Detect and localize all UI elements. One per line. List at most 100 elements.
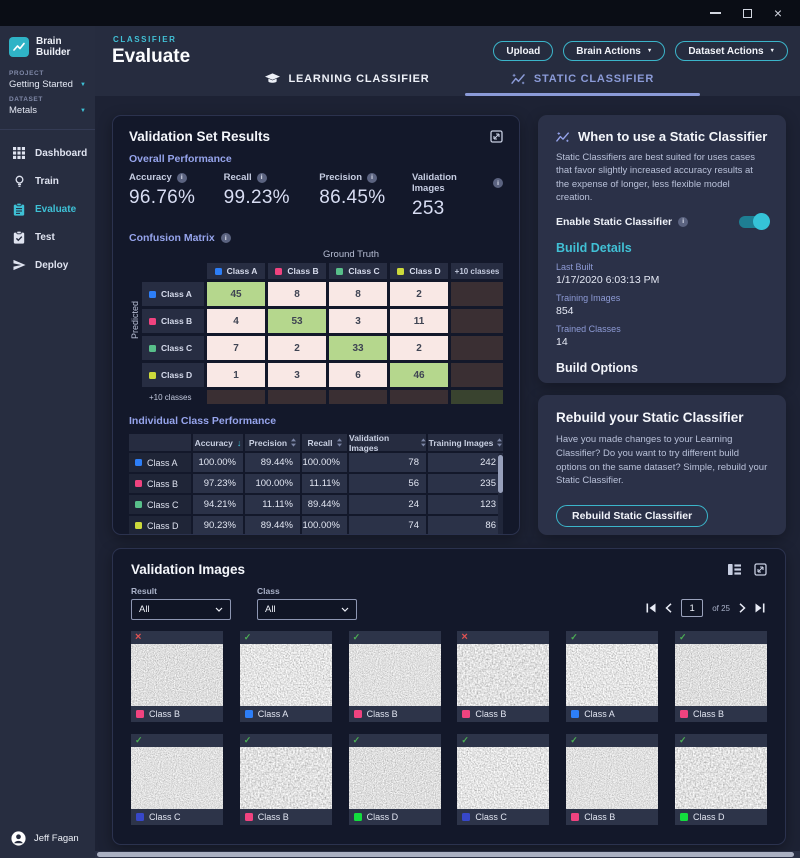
- validation-image-thumbnail: [566, 747, 658, 809]
- validation-image-thumbnail: [457, 644, 549, 706]
- validation-image-card[interactable]: ✓× Class D: [349, 734, 441, 825]
- dataset-label: DATASET: [9, 96, 86, 103]
- validation-image-card[interactable]: ✓× Class A: [566, 631, 658, 722]
- table-header-recall[interactable]: Recall: [302, 434, 347, 451]
- matrix-cell: 7: [207, 336, 265, 360]
- dataset-value: Metals: [9, 105, 37, 116]
- matrix-cell: 46: [390, 363, 448, 387]
- matrix-cell-hidden: [329, 390, 387, 404]
- info-icon[interactable]: i: [257, 173, 267, 183]
- confusion-matrix: Predicted Class A Class B Class C Class …: [129, 263, 503, 404]
- fail-x-icon: ×: [461, 632, 467, 643]
- expand-icon[interactable]: [490, 130, 503, 143]
- validation-image-card[interactable]: ✓× Class B: [131, 631, 223, 722]
- class-name: Class B: [693, 709, 724, 719]
- sidebar-item-test[interactable]: Test: [0, 223, 95, 251]
- validation-image-card[interactable]: ✓× Class C: [457, 734, 549, 825]
- expand-icon[interactable]: [754, 563, 767, 576]
- horizontal-scrollbar[interactable]: [95, 851, 800, 858]
- table-cell: 242: [428, 453, 503, 472]
- user-account[interactable]: Jeff Fagan: [11, 831, 79, 846]
- upload-button[interactable]: Upload: [493, 41, 553, 61]
- table-scrollbar[interactable]: [498, 453, 503, 535]
- scrollbar-thumb[interactable]: [498, 455, 503, 493]
- table-cell: 86: [428, 516, 503, 535]
- validation-image-card[interactable]: ✓× Class B: [349, 631, 441, 722]
- class-color-chip: [462, 813, 470, 821]
- validation-image-thumbnail: [131, 747, 223, 809]
- matrix-cell: 3: [268, 363, 326, 387]
- result-select[interactable]: All: [131, 599, 231, 620]
- rebuild-static-classifier-button[interactable]: Rebuild Static Classifier: [556, 505, 708, 527]
- result-status-bar: ✓×: [566, 734, 658, 747]
- info-icon[interactable]: i: [177, 173, 187, 183]
- page-number-input[interactable]: 1: [681, 599, 703, 617]
- predicted-label: Predicted: [130, 301, 140, 339]
- brain-actions-button[interactable]: Brain Actions▼: [563, 41, 665, 61]
- class-name: Class D: [693, 812, 725, 822]
- dataset-value-row[interactable]: Metals ▼: [9, 105, 86, 116]
- class-name: Class B: [258, 812, 289, 822]
- sidebar-item-label: Deploy: [35, 260, 68, 271]
- sidebar-item-train[interactable]: Train: [0, 167, 95, 195]
- project-value-row[interactable]: Getting Started ▼: [9, 79, 86, 90]
- next-page-icon[interactable]: [739, 603, 746, 613]
- close-icon[interactable]: ×: [774, 8, 782, 18]
- maximize-icon[interactable]: [743, 9, 752, 18]
- tab-static-classifier[interactable]: STATIC CLASSIFIER: [465, 73, 700, 96]
- scrollbar-thumb[interactable]: [97, 852, 794, 857]
- table-cell: 90.23%: [193, 516, 243, 535]
- matrix-cell: 45: [207, 282, 265, 306]
- table-header-precision[interactable]: Precision: [245, 434, 300, 451]
- metric-accuracy: Accuracyi 96.76%: [129, 172, 224, 220]
- matrix-row-header: Class B: [142, 309, 204, 333]
- validation-image-grid: ✓× Class B ✓× Class A ✓× Class B ✓× Clas…: [131, 631, 767, 825]
- sidebar-item-label: Test: [35, 232, 55, 243]
- dataset-selector: DATASET Metals ▼: [0, 90, 95, 116]
- metric-validation-images: Validation Imagesi 253: [412, 172, 503, 220]
- sidebar-item-dashboard[interactable]: Dashboard: [0, 139, 95, 167]
- pagination: 1 of 25: [646, 599, 765, 617]
- prev-page-icon[interactable]: [665, 603, 672, 613]
- last-page-icon[interactable]: [755, 603, 765, 613]
- validation-image-card[interactable]: ✓× Class B: [675, 631, 767, 722]
- table-row-label: Class B: [129, 474, 191, 493]
- info-icon[interactable]: i: [493, 178, 503, 188]
- sidebar-item-evaluate[interactable]: Evaluate: [0, 195, 95, 223]
- table-header-accuracy[interactable]: Accuracy↓: [193, 434, 243, 451]
- validation-image-card[interactable]: ✓× Class A: [240, 631, 332, 722]
- validation-images-panel: Validation Images Result All Class: [112, 548, 786, 845]
- table-row-label: Class D: [129, 516, 191, 535]
- validation-image-card[interactable]: ✓× Class D: [675, 734, 767, 825]
- image-class-label: Class A: [240, 706, 332, 722]
- build-details-heading: Build Details: [556, 241, 768, 255]
- table-header-validation-images[interactable]: Validation Images: [349, 434, 426, 451]
- class-name: Class A: [584, 709, 615, 719]
- table-view-icon[interactable]: [728, 564, 741, 575]
- validation-image-card[interactable]: ✓× Class B: [240, 734, 332, 825]
- validation-image-card[interactable]: ✓× Class B: [457, 631, 549, 722]
- class-select[interactable]: All: [257, 599, 357, 620]
- image-class-label: Class B: [349, 706, 441, 722]
- classifier-tabs: LEARNING CLASSIFIER STATIC CLASSIFIER: [230, 73, 700, 96]
- enable-static-classifier-toggle[interactable]: [739, 216, 768, 228]
- first-page-icon[interactable]: [646, 603, 656, 613]
- overall-metrics: Accuracyi 96.76% Recalli 99.23% Precisio…: [129, 172, 503, 220]
- image-class-label: Class B: [675, 706, 767, 722]
- validation-image-card[interactable]: ✓× Class C: [131, 734, 223, 825]
- validation-image-card[interactable]: ✓× Class B: [566, 734, 658, 825]
- confusion-matrix-heading: Confusion Matrixi: [129, 232, 503, 244]
- panel-description: Have you made changes to your Learning C…: [556, 433, 768, 488]
- info-icon[interactable]: i: [678, 217, 688, 227]
- info-icon[interactable]: i: [367, 173, 377, 183]
- tab-learning-classifier[interactable]: LEARNING CLASSIFIER: [230, 73, 465, 96]
- table-header-training-images[interactable]: Training Images: [428, 434, 503, 451]
- metric-precision: Precisioni 86.45%: [319, 172, 412, 220]
- info-icon[interactable]: i: [221, 233, 231, 243]
- dataset-actions-button[interactable]: Dataset Actions▼: [675, 41, 788, 61]
- build-detail-item: Training Images 854: [556, 293, 768, 317]
- minimize-icon[interactable]: [710, 12, 721, 14]
- build-options-heading: Build Options: [556, 361, 768, 375]
- sidebar-item-deploy[interactable]: Deploy: [0, 251, 95, 279]
- table-cell: 97.23%: [193, 474, 243, 493]
